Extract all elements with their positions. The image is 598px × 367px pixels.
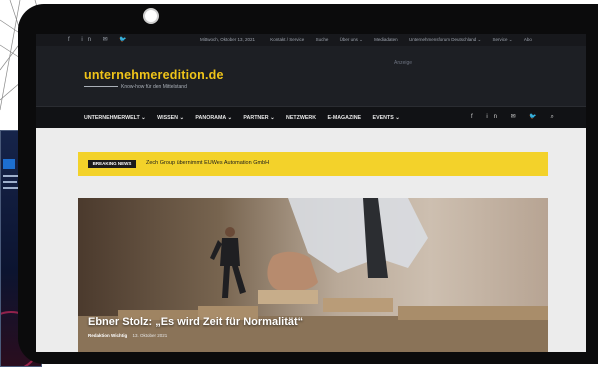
stage: f in ✉ 🐦 Mittwoch, Oktober 13, 2021 Kont… xyxy=(0,0,598,367)
hero-date: 13. Oktober 2021 xyxy=(132,333,168,338)
top-link-search[interactable]: Suche xyxy=(316,37,329,42)
nav-items: UNTERNEHMERWELT ⌄ WISSEN ⌄ PANORAMA ⌄ PA… xyxy=(84,115,410,121)
nav-item-emagazine[interactable]: E-MAGAZINE xyxy=(328,115,362,121)
main-nav: UNTERNEHMERWELT ⌄ WISSEN ⌄ PANORAMA ⌄ PA… xyxy=(36,106,586,128)
content-area: BREAKING NEWS Zech Group übernimmt EUWes… xyxy=(36,128,586,352)
site-header: f in ✉ 🐦 Mittwoch, Oktober 13, 2021 Kont… xyxy=(36,34,586,106)
top-link-about[interactable]: Über uns ⌄ xyxy=(340,37,363,42)
nav-item-unternehmerwelt[interactable]: UNTERNEHMERWELT ⌄ xyxy=(84,115,146,121)
top-links: Mittwoch, Oktober 13, 2021 Kontakt / Ser… xyxy=(200,37,532,43)
side-panel-text-line xyxy=(3,181,17,183)
laptop-device: f in ✉ 🐦 Mittwoch, Oktober 13, 2021 Kont… xyxy=(18,4,598,364)
top-link-abo[interactable]: Abo xyxy=(524,37,532,42)
hero-article[interactable]: Ebner Stolz: „Es wird Zeit für Normalitä… xyxy=(78,198,548,352)
nav-item-partner[interactable]: PARTNER ⌄ xyxy=(243,115,274,121)
top-social-icons[interactable]: f in ✉ 🐦 xyxy=(68,36,132,43)
nav-social-icons[interactable]: f in ✉ 🐦 ⌕ xyxy=(471,113,560,121)
hero-image xyxy=(78,198,548,352)
top-link-forum[interactable]: Unternehmensforum Deutschland ⌄ xyxy=(409,37,481,42)
top-bar: f in ✉ 🐦 Mittwoch, Oktober 13, 2021 Kont… xyxy=(36,34,586,46)
top-link-contact[interactable]: Kontakt / Service xyxy=(270,37,304,42)
nav-item-panorama[interactable]: PANORAMA ⌄ xyxy=(195,115,232,121)
site-tagline: Know-how für den Mittelstand xyxy=(84,84,187,90)
nav-item-wissen[interactable]: WISSEN ⌄ xyxy=(157,115,184,121)
side-panel-button xyxy=(3,159,15,169)
hero-author[interactable]: Redaktion Wichtig xyxy=(88,333,127,338)
breaking-news-tag: BREAKING NEWS xyxy=(88,160,136,168)
top-link-media[interactable]: Mediadaten xyxy=(374,37,398,42)
ad-label: Anzeige xyxy=(394,60,413,66)
nav-item-netzwerk[interactable]: NETZWERK xyxy=(286,115,316,121)
side-panel-text-line xyxy=(3,187,19,189)
camera-icon xyxy=(143,8,159,24)
hero-meta: Redaktion Wichtig 13. Oktober 2021 xyxy=(88,333,167,338)
breaking-news-text[interactable]: Zech Group übernimmt EUWes Automation Gm… xyxy=(146,160,269,166)
hero-title[interactable]: Ebner Stolz: „Es wird Zeit für Normalitä… xyxy=(88,316,303,328)
site-logo[interactable]: unternehmeredition.de xyxy=(84,68,224,82)
top-date: Mittwoch, Oktober 13, 2021 xyxy=(200,37,256,42)
nav-item-events[interactable]: EVENTS ⌄ xyxy=(373,115,400,121)
breaking-news-bar[interactable]: BREAKING NEWS Zech Group übernimmt EUWes… xyxy=(78,152,548,176)
browser-screen: f in ✉ 🐦 Mittwoch, Oktober 13, 2021 Kont… xyxy=(36,34,586,352)
top-link-service[interactable]: Service ⌄ xyxy=(493,37,513,42)
